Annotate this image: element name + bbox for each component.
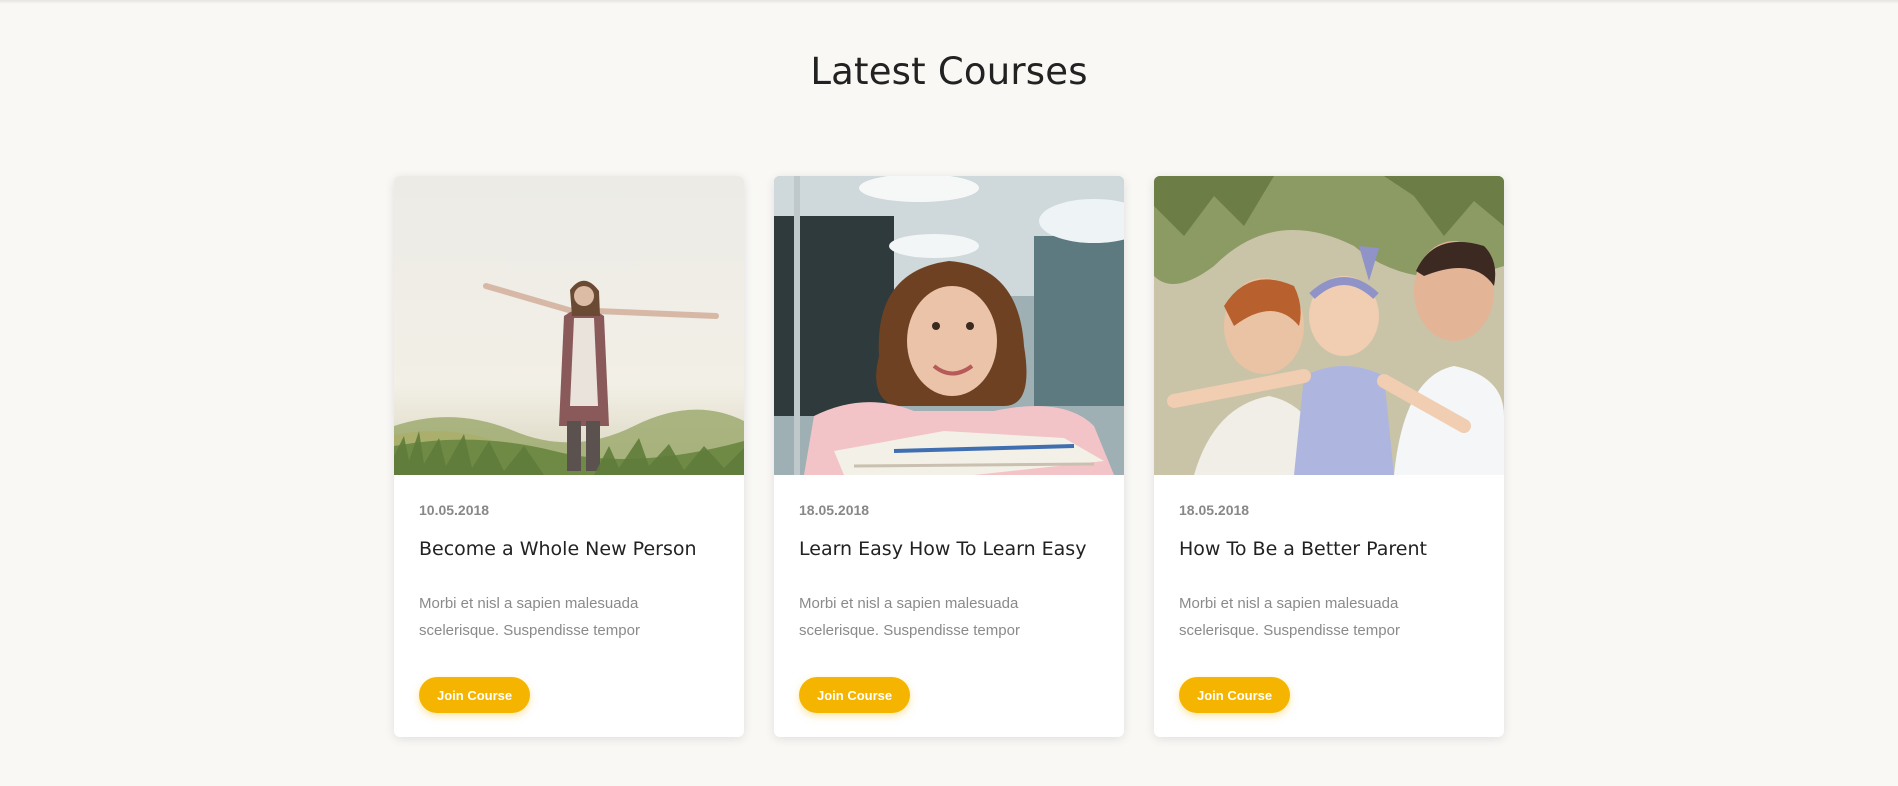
- header-shadow: [0, 0, 1898, 4]
- course-title[interactable]: How To Be a Better Parent: [1179, 538, 1479, 560]
- family-with-baby-photo: [1154, 176, 1504, 475]
- join-course-button[interactable]: Join Course: [419, 677, 531, 713]
- course-card: 18.05.2018 Learn Easy How To Learn Easy …: [774, 176, 1124, 737]
- course-date: 10.05.2018: [419, 502, 490, 518]
- course-description: Morbi et nisl a sapien malesuada sceleri…: [419, 595, 640, 639]
- section-title: Latest Courses: [810, 50, 1088, 93]
- join-course-button[interactable]: Join Course: [799, 677, 911, 713]
- woman-in-meadow-photo: [394, 176, 744, 475]
- course-description: Morbi et nisl a sapien malesuada sceleri…: [1179, 595, 1400, 639]
- course-description: Morbi et nisl a sapien malesuada sceleri…: [799, 595, 1020, 639]
- course-title[interactable]: Learn Easy How To Learn Easy: [799, 538, 1099, 560]
- course-image: [1154, 176, 1504, 475]
- student-with-books-photo: [774, 176, 1124, 475]
- course-image: [774, 176, 1124, 475]
- course-image: [394, 176, 744, 475]
- course-title[interactable]: Become a Whole New Person: [419, 538, 719, 560]
- course-card: 18.05.2018 How To Be a Better Parent Mor…: [1154, 176, 1504, 737]
- course-list: 10.05.2018 Become a Whole New Person Mor…: [394, 176, 1504, 737]
- course-date: 18.05.2018: [799, 502, 870, 518]
- join-course-button[interactable]: Join Course: [1179, 677, 1291, 713]
- course-card: 10.05.2018 Become a Whole New Person Mor…: [394, 176, 744, 737]
- course-date: 18.05.2018: [1179, 502, 1250, 518]
